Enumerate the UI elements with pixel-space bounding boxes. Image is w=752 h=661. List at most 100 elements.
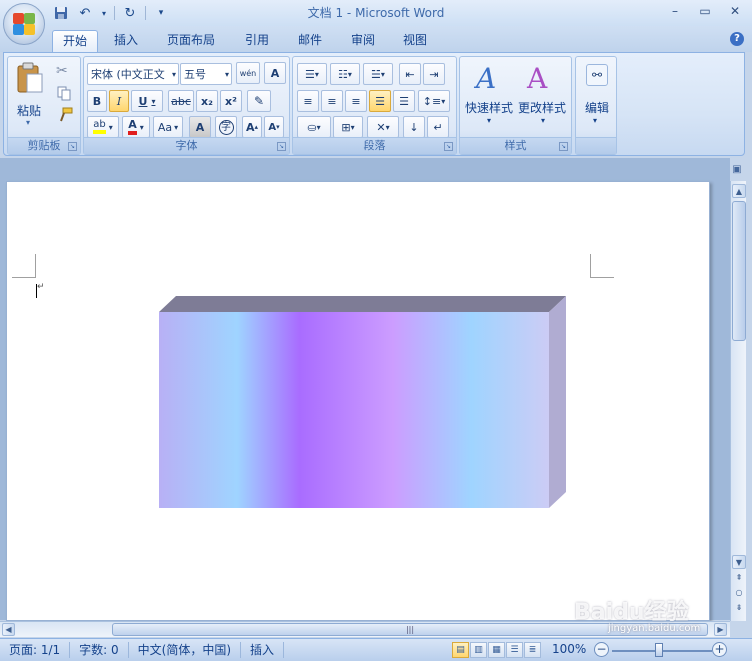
clear-formatting-button[interactable]: A xyxy=(264,62,286,84)
draft-view-icon[interactable]: ≣ xyxy=(524,642,541,658)
distributed-button[interactable]: ☰ xyxy=(393,90,415,112)
gradient-cube-shape[interactable] xyxy=(158,295,568,510)
enclose-characters-button[interactable]: 字 xyxy=(215,116,237,138)
tab-view[interactable]: 视图 xyxy=(393,30,437,52)
justify-button[interactable]: ☰ xyxy=(369,90,391,112)
strikethrough-button[interactable]: abc xyxy=(168,90,194,112)
paragraph-mark-icon: ↵ xyxy=(433,120,443,134)
full-screen-reading-view-icon[interactable]: ▥ xyxy=(470,642,487,658)
zoom-slider-thumb[interactable] xyxy=(655,643,663,657)
help-icon[interactable]: ? xyxy=(730,32,744,46)
watermark-logo: Baidu经验 xyxy=(574,600,689,625)
insert-mode-status[interactable]: 插入 xyxy=(241,642,285,658)
font-size-select[interactable]: 五号 ▾ xyxy=(180,63,232,85)
tab-home[interactable]: 开始 xyxy=(52,30,99,52)
chevron-down-icon: ▾ xyxy=(380,69,385,79)
font-name-select[interactable]: 宋体 (中文正文 ▾ xyxy=(87,63,179,85)
paragraph-mark-icon: ↵ xyxy=(37,282,45,292)
chinese-layout-button[interactable]: ✕ ▾ xyxy=(367,116,399,138)
zoom-level[interactable]: 100% xyxy=(552,642,586,656)
scroll-left-button[interactable]: ◀ xyxy=(2,623,15,636)
browse-object-button[interactable]: ○ xyxy=(732,586,746,600)
change-case-eraser-button[interactable]: ✎ xyxy=(247,90,271,112)
vertical-scrollbar[interactable]: ▲ ▼ ⇞ ○ ⇟ xyxy=(730,181,746,621)
zoom-in-button[interactable]: + xyxy=(712,642,727,657)
tab-insert[interactable]: 插入 xyxy=(104,30,148,52)
editing-button[interactable]: ⚯ 编辑 ▾ xyxy=(578,60,614,130)
numbering-button[interactable]: ☷ ▾ xyxy=(330,63,360,85)
view-ruler-icon[interactable]: ▣ xyxy=(729,164,745,180)
bullet-list-icon: ☰ xyxy=(305,67,315,81)
change-styles-button[interactable]: A 更改样式 ▾ xyxy=(517,60,571,130)
office-button[interactable] xyxy=(3,3,45,45)
zoom-out-button[interactable]: − xyxy=(594,642,609,657)
chevron-down-icon: ▾ xyxy=(139,122,144,132)
next-page-button[interactable]: ⇟ xyxy=(732,601,746,615)
subscript-button[interactable]: x₂ xyxy=(196,90,218,112)
increase-indent-icon: ⇥ xyxy=(429,67,439,81)
show-marks-button[interactable]: ↵ xyxy=(427,116,449,138)
align-center-button[interactable]: ≡ xyxy=(321,90,343,112)
crop-mark-top-left xyxy=(12,254,36,278)
tab-mailings[interactable]: 邮件 xyxy=(288,30,332,52)
close-button[interactable]: ✕ xyxy=(724,2,746,20)
maximize-button[interactable]: ▭ xyxy=(694,2,716,20)
clipboard-dialog-launcher[interactable]: ↘ xyxy=(68,142,77,151)
align-left-button[interactable]: ≡ xyxy=(297,90,319,112)
bold-button[interactable]: B xyxy=(87,90,107,112)
shape-front-face xyxy=(159,312,549,508)
superscript-button[interactable]: x² xyxy=(220,90,242,112)
cut-icon[interactable]: ✂ xyxy=(56,63,68,79)
paste-button[interactable]: 粘贴 ▾ xyxy=(12,60,48,130)
minimize-button[interactable]: – xyxy=(664,2,686,20)
paragraph-dialog-launcher[interactable]: ↘ xyxy=(444,142,453,151)
italic-button[interactable]: I xyxy=(109,90,129,112)
phonetic-guide-button[interactable]: wén xyxy=(236,62,260,84)
scroll-right-button[interactable]: ▶ xyxy=(714,623,727,636)
quick-styles-button[interactable]: A 快速样式 ▾ xyxy=(463,60,517,130)
outline-view-icon[interactable]: ☰ xyxy=(506,642,523,658)
scroll-down-button[interactable]: ▼ xyxy=(732,555,746,569)
borders-button[interactable]: ⊞ ▾ xyxy=(333,116,363,138)
chevron-down-icon: ▾ xyxy=(174,122,179,132)
shading-button[interactable]: ⛀ ▾ xyxy=(297,116,331,138)
change-case-button[interactable]: Aa ▾ xyxy=(153,116,183,138)
tab-page-layout[interactable]: 页面布局 xyxy=(157,30,225,52)
language-status[interactable]: 中文(简体，中国) xyxy=(129,642,242,658)
copy-icon[interactable] xyxy=(56,85,72,101)
web-layout-view-icon[interactable]: ▦ xyxy=(488,642,505,658)
underline-label: U xyxy=(138,94,148,108)
align-left-icon: ≡ xyxy=(303,94,313,108)
font-dialog-launcher[interactable]: ↘ xyxy=(277,142,286,151)
print-layout-view-icon[interactable]: ▤ xyxy=(452,642,469,658)
character-shading-button[interactable]: A xyxy=(189,116,211,138)
styles-group-label: 样式 xyxy=(460,137,571,154)
align-right-button[interactable]: ≡ xyxy=(345,90,367,112)
format-painter-icon[interactable] xyxy=(57,107,73,123)
previous-page-button[interactable]: ⇞ xyxy=(732,571,746,585)
increase-indent-button[interactable]: ⇥ xyxy=(423,63,445,85)
shrink-font-button[interactable]: A ▾ xyxy=(264,116,284,138)
tab-references[interactable]: 引用 xyxy=(235,30,279,52)
highlight-button[interactable]: ab ▾ xyxy=(87,116,119,138)
strikethrough-label: abc xyxy=(171,94,191,108)
scroll-up-button[interactable]: ▲ xyxy=(732,184,746,198)
superscript-label: x² xyxy=(225,94,237,108)
font-color-button[interactable]: A ▾ xyxy=(122,116,150,138)
tab-review[interactable]: 审阅 xyxy=(341,30,385,52)
styles-dialog-launcher[interactable]: ↘ xyxy=(559,142,568,151)
sort-button[interactable]: ↓ xyxy=(403,116,425,138)
bullets-button[interactable]: ☰ ▾ xyxy=(297,63,327,85)
line-spacing-button[interactable]: ↕≡ ▾ xyxy=(418,90,450,112)
enclose-characters-icon: 字 xyxy=(218,119,234,135)
vertical-scroll-thumb[interactable] xyxy=(732,201,746,341)
paragraph-group-label: 段落 xyxy=(293,137,456,154)
multilevel-list-button[interactable]: ☱ ▾ xyxy=(363,63,393,85)
numbered-list-icon: ☷ xyxy=(338,67,348,81)
word-count-status[interactable]: 字数: 0 xyxy=(70,642,129,658)
decrease-indent-button[interactable]: ⇤ xyxy=(399,63,421,85)
clear-formatting-label: A xyxy=(270,66,280,80)
page-count-status[interactable]: 页面: 1/1 xyxy=(0,642,71,658)
underline-button[interactable]: U ▾ xyxy=(131,90,163,112)
grow-font-button[interactable]: A ▴ xyxy=(242,116,262,138)
